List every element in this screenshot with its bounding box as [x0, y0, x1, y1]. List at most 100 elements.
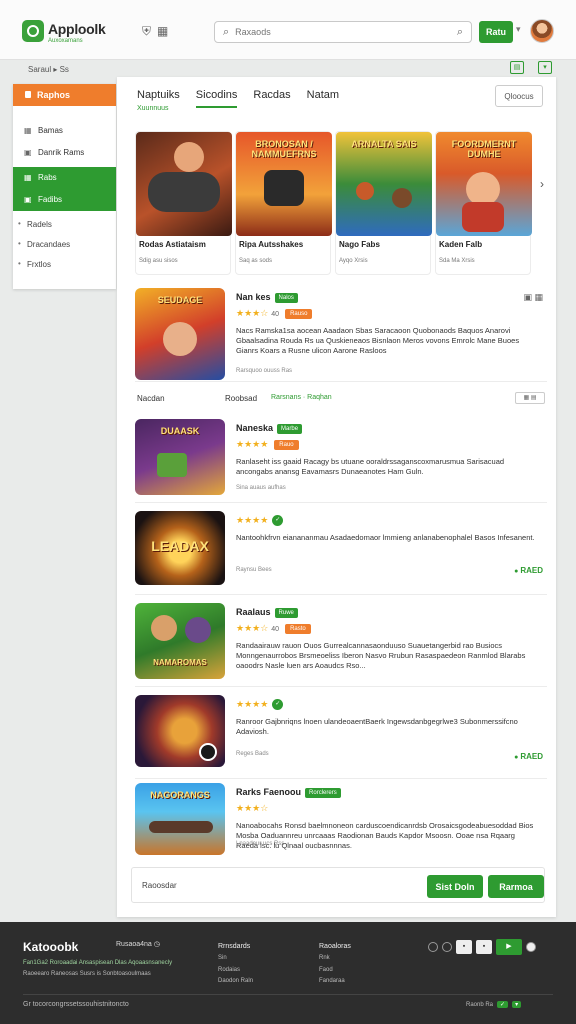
card-title: Ripa Autsshakes	[239, 240, 304, 249]
sidebar-item-2[interactable]: ▦ Rabs	[13, 167, 116, 189]
footer-column: Rrnsdards Sin Rodaias Daodon Raln	[218, 940, 253, 987]
sub-toolbar: Saraul ▸ Ss ▤ ▾	[20, 60, 556, 78]
sidebar-link[interactable]: Radels	[13, 215, 116, 235]
list-item[interactable]: NAMAROMAS Raalaus Ruwe ★★★☆ 40 Rasto Randaa…	[135, 603, 547, 687]
brand-tagline: Auxoxamans	[48, 38, 83, 44]
sidebar-link[interactable]: Dracandaes	[13, 235, 116, 255]
grid-icon: ▦	[24, 173, 32, 182]
item-description: Randaairauw rauon Ouos Gurrealcannasaond…	[236, 641, 526, 671]
game-thumbnail: LEADAX	[135, 511, 225, 585]
list-item[interactable]: LEADAX ★★★★ ✓ Nantoohkfrvn eianananmau As…	[135, 511, 547, 595]
copyright: Gr tocorcongrssetssouhistnitoncto	[23, 1001, 129, 1008]
sidebar-head[interactable]: Raphos	[13, 84, 116, 106]
sidebar-item-0[interactable]: ▦ Bamas	[13, 120, 116, 142]
footer-brand[interactable]: Katooobk	[23, 940, 78, 954]
rating-value: 40	[271, 626, 280, 633]
expand-icon[interactable]: ▾	[538, 61, 552, 74]
item-title: Raalaus Ruwe	[236, 607, 298, 618]
tab-1[interactable]: Sicodins	[195, 89, 238, 108]
globe-icon[interactable]	[428, 942, 438, 952]
footer-link[interactable]: Faod	[319, 965, 351, 976]
square-icon[interactable]: ▪	[476, 940, 492, 954]
chevron-down-icon[interactable]: ▾	[512, 1001, 522, 1008]
footer-column: Raoaloras Rnk Faod Fandaraa	[319, 940, 351, 987]
sidebar-item-label: Rabs	[38, 173, 57, 182]
section-links[interactable]: Rarsnans · Raqhan	[271, 394, 332, 401]
footer-link[interactable]: Fandaraa	[319, 976, 351, 987]
grid-icon: ▦	[24, 126, 32, 135]
rating-stars: ★★★☆	[236, 803, 268, 814]
share-icon[interactable]: ▣	[523, 292, 532, 302]
header-action-button[interactable]: Ratu	[479, 21, 513, 43]
store-icon[interactable]: ▶	[496, 939, 522, 955]
price-label[interactable]: RAED	[514, 752, 543, 761]
game-cover: FOORDMERNT DUMHE	[436, 132, 532, 236]
tab-2[interactable]: Racdas	[253, 89, 290, 108]
avatar[interactable]	[530, 19, 554, 43]
footer-line: Fan1Ga2 Roroaadai Ansaspisean Dlas Aqoaa…	[23, 960, 173, 966]
sort-button[interactable]: Qloocus	[495, 85, 543, 107]
sidebar-item-3[interactable]: ▣ Fadibs	[13, 189, 116, 211]
tab-3[interactable]: Natam	[307, 89, 339, 108]
row-actions[interactable]: ▣ ▦	[523, 292, 543, 303]
section-title: Nacdan	[137, 394, 165, 403]
primary-button[interactable]: Sist Doln	[427, 875, 483, 898]
brand-name[interactable]: Apploolk	[48, 21, 106, 37]
view-toggle[interactable]: ▦ ▤	[515, 392, 545, 404]
list-item[interactable]: SEUDAGE Nan kes Nalos ★★★☆ 40 Rauso ▣ ▦ Nac…	[135, 288, 547, 382]
header-tools: ⛨ ▦	[142, 24, 168, 39]
footer-link[interactable]: Rodaias	[218, 965, 253, 976]
cover-lettering: SEUDAGE	[157, 295, 203, 305]
shield-icon[interactable]: ⛨	[142, 24, 151, 39]
square-icon[interactable]: ▪	[456, 940, 472, 954]
star-icons: ★★★★	[236, 515, 269, 525]
tag-badge: Rauso	[285, 308, 313, 319]
list-item[interactable]: ★★★★ ✓ Ranroor Gajbnriqns lnoen ulandeoae…	[135, 695, 547, 779]
list-view-icon[interactable]: ▤	[510, 61, 524, 74]
game-thumbnail: NAMAROMAS	[135, 603, 225, 679]
footer-link[interactable]: Daodon Raln	[218, 976, 253, 987]
search-input[interactable]	[235, 27, 457, 37]
item-title: Nan kes Nalos	[236, 292, 298, 303]
footer-link[interactable]: Raoaloras	[319, 940, 351, 953]
section-bar: Nacdan Roobsad Rarsnans · Raqhan ▦ ▤	[137, 392, 547, 408]
app-header: Apploolk Auxoxamans ⛨ ▦ ⌕ ⌕ Ratu ▾	[0, 0, 576, 60]
badge-icon[interactable]: ✓	[497, 1001, 509, 1008]
search-submit-icon[interactable]: ⌕	[457, 26, 463, 39]
footer-link[interactable]: Rrnsdards	[218, 940, 253, 953]
game-card[interactable]: ARNALTA SAIS Nago Fabs Ayqo Xrsis	[335, 131, 432, 275]
logo-icon[interactable]	[22, 20, 44, 42]
search-bar[interactable]: ⌕ ⌕	[214, 21, 472, 43]
secondary-button[interactable]: Rarmoa	[488, 875, 544, 898]
grid-icon[interactable]: ▦	[534, 292, 543, 302]
game-card[interactable]: Rodas Astiataism Sdig asu sisos	[135, 131, 232, 275]
item-title: Rarks Faenoou Rorclerers	[236, 787, 341, 798]
sidebar-link[interactable]: Frxtlos	[13, 255, 116, 275]
rating-stars: ★★★☆ 40 Rasto	[236, 623, 311, 634]
game-thumbnail: SEUDAGE	[135, 288, 225, 380]
check-icon: ✓	[272, 515, 284, 527]
cover-lettering: FOORDMERNT DUMHE	[451, 139, 517, 159]
game-card[interactable]: FOORDMERNT DUMHE Kaden Falb Sda Ma Xrsis	[435, 131, 532, 275]
footer-link[interactable]: Rnk	[319, 953, 351, 964]
footer-link[interactable]: Sin	[218, 953, 253, 964]
chevron-down-icon[interactable]: ▾	[516, 24, 521, 35]
grid-icon[interactable]: ▦	[157, 24, 168, 39]
box-icon: ▣	[24, 195, 32, 204]
game-card[interactable]: BRONOSAN / NAMMUEFRNS Ripa Autsshakes Sa…	[235, 131, 332, 275]
cover-lettering: ARNALTA SAIS	[351, 139, 417, 149]
sidebar-item-1[interactable]: ▣ Danrik Rams	[13, 142, 116, 164]
list-item[interactable]: DUAASK Naneska Marbe ★★★★ Rauo Ranlaseht i…	[135, 419, 547, 503]
price-label[interactable]: RAED	[514, 566, 543, 575]
link-icon[interactable]	[442, 942, 452, 952]
circle-icon[interactable]	[526, 942, 536, 952]
game-thumbnail: NAGORANGS	[135, 783, 225, 855]
chevron-right-icon[interactable]: ›	[540, 177, 544, 191]
status-badge: Marbe	[277, 423, 303, 434]
list-item[interactable]: NAGORANGS Rarks Faenoou Rorclerers ★★★☆ N…	[135, 783, 547, 857]
breadcrumb[interactable]: Saraul ▸ Ss	[28, 65, 69, 74]
card-title: Nago Fabs	[339, 240, 380, 249]
rating-value: 40	[271, 311, 280, 318]
section-filter[interactable]: Roobsad	[225, 394, 257, 403]
star-icons: ★★★★	[236, 699, 269, 709]
